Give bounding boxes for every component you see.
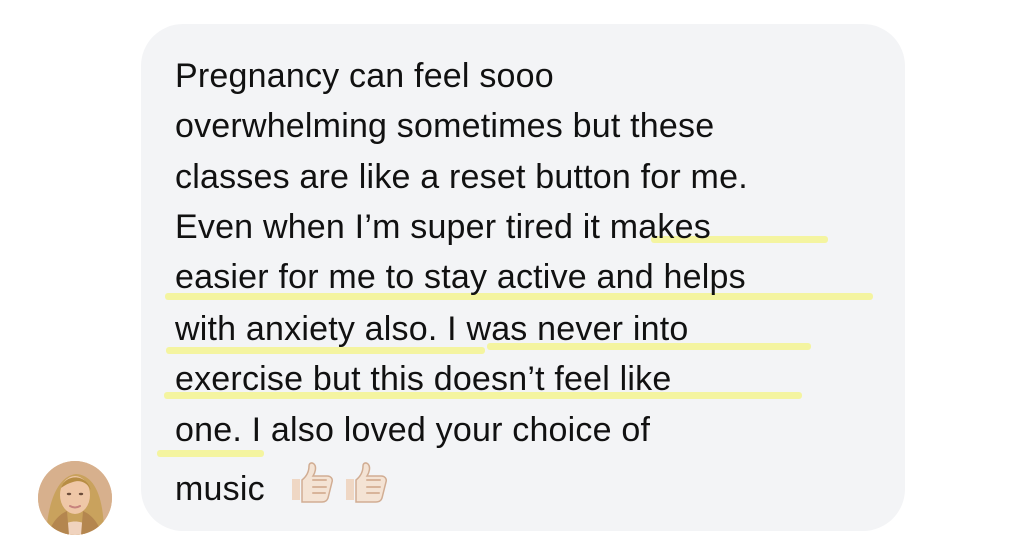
avatar xyxy=(38,461,112,535)
message-line-7: exercise but this doesn’t feel like xyxy=(175,360,672,398)
message-line-5: easier for me to stay active and helps xyxy=(175,258,746,296)
emoji-group xyxy=(286,460,392,504)
message-line-4: Even when I’m super tired it makes xyxy=(175,208,711,246)
message-line-9: music xyxy=(175,460,392,509)
thumbs-up-icon xyxy=(340,460,392,504)
message-line-6: with anxiety also. I was never into xyxy=(175,310,689,348)
message-line-1: Pregnancy can feel sooo xyxy=(175,57,554,95)
message-line-3: classes are like a reset button for me. xyxy=(175,158,748,196)
message-line-2: overwhelming sometimes but these xyxy=(175,107,715,145)
highlight-line-5 xyxy=(157,450,264,457)
message-line-8: one. I also loved your choice of xyxy=(175,411,651,449)
thumbs-up-icon xyxy=(286,460,338,504)
message-last-word: music xyxy=(175,470,265,508)
message-screenshot: Pregnancy can feel sooo overwhelming som… xyxy=(0,0,1024,553)
